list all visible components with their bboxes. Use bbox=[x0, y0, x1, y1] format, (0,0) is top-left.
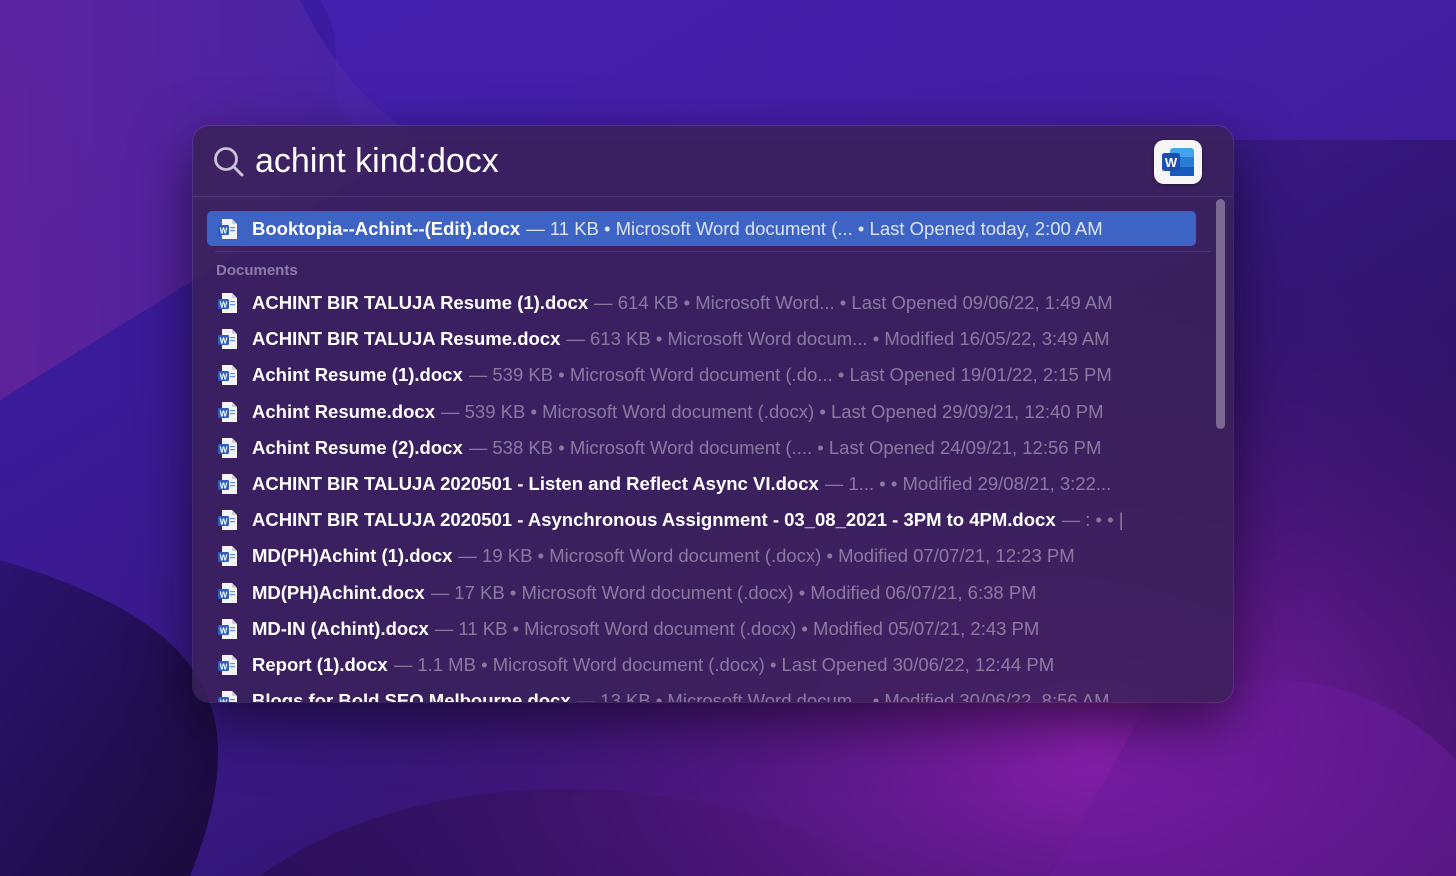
svg-text:W: W bbox=[220, 590, 228, 599]
document-result-9[interactable]: W MD(PH)Achint.docx — 17 KB • Microsoft … bbox=[207, 576, 1196, 610]
result-metadata: — 1... • • Modified 29/08/21, 3:22... bbox=[824, 473, 1112, 494]
svg-text:W: W bbox=[1165, 155, 1178, 170]
results-list: W Booktopia--Achint--(Edit).docx — 11 KB… bbox=[193, 197, 1233, 702]
result-filename: ACHINT BIR TALUJA 2020501 - Listen and R… bbox=[252, 473, 819, 494]
result-metadata: — 538 KB • Microsoft Word document (....… bbox=[468, 436, 1102, 458]
word-document-icon: W bbox=[218, 546, 237, 567]
result-filename: MD(PH)Achint (1).docx bbox=[252, 545, 453, 567]
svg-text:W: W bbox=[220, 300, 228, 309]
word-document-icon: W bbox=[218, 618, 237, 639]
result-filename: Booktopia--Achint--(Edit).docx bbox=[252, 217, 521, 239]
svg-text:W: W bbox=[220, 662, 228, 671]
search-bar: W bbox=[193, 126, 1233, 197]
svg-text:W: W bbox=[220, 409, 228, 418]
result-metadata: — 539 KB • Microsoft Word document (.do.… bbox=[468, 364, 1112, 386]
svg-text:W: W bbox=[220, 481, 228, 490]
result-metadata: — 614 KB • Microsoft Word... • Last Open… bbox=[594, 292, 1113, 313]
svg-text:W: W bbox=[220, 226, 228, 235]
svg-text:W: W bbox=[220, 698, 228, 702]
result-metadata: — 1.1 MB • Microsoft Word document (.doc… bbox=[393, 654, 1055, 675]
scrollbar[interactable] bbox=[1216, 199, 1225, 429]
section-header-documents: Documents bbox=[216, 262, 298, 279]
word-document-icon: W bbox=[218, 437, 237, 458]
svg-text:W: W bbox=[220, 373, 228, 382]
result-filename: Blogs for Bold SEO Melbourne.docx bbox=[252, 690, 571, 702]
word-document-icon: W bbox=[218, 655, 237, 675]
svg-text:W: W bbox=[220, 445, 228, 454]
word-document-icon: W bbox=[218, 218, 237, 239]
spotlight-window: W W Booktopia--Achint--(Edit).docx — 11 … bbox=[193, 126, 1233, 702]
result-filename: ACHINT BIR TALUJA Resume (1).docx bbox=[252, 292, 589, 313]
result-filename: Achint Resume (2).docx bbox=[252, 436, 463, 458]
document-result-7[interactable]: W ACHINT BIR TALUJA 2020501 - Asynchrono… bbox=[207, 503, 1196, 537]
document-result-8[interactable]: W MD(PH)Achint (1).docx — 19 KB • Micros… bbox=[207, 539, 1196, 573]
word-document-icon: W bbox=[218, 293, 237, 313]
result-metadata: — 11 KB • Microsoft Word document (... •… bbox=[526, 217, 1103, 239]
document-result-1[interactable]: W ACHINT BIR TALUJA Resume (1).docx — 61… bbox=[207, 286, 1196, 320]
document-result-12[interactable]: W Blogs for Bold SEO Melbourne.docx — 13… bbox=[207, 684, 1196, 702]
document-result-3[interactable]: W Achint Resume (1).docx — 539 KB • Micr… bbox=[207, 358, 1196, 392]
word-document-icon: W bbox=[218, 691, 237, 702]
top-hit-result[interactable]: W Booktopia--Achint--(Edit).docx — 11 KB… bbox=[207, 211, 1196, 246]
document-result-10[interactable]: W MD-IN (Achint).docx — 11 KB • Microsof… bbox=[207, 612, 1196, 646]
word-document-icon: W bbox=[218, 365, 237, 386]
word-document-icon: W bbox=[218, 582, 237, 603]
document-result-6[interactable]: W ACHINT BIR TALUJA 2020501 - Listen and… bbox=[207, 467, 1196, 501]
result-metadata: — 17 KB • Microsoft Word document (.docx… bbox=[430, 581, 1037, 603]
result-filename: Achint Resume.docx bbox=[252, 400, 435, 422]
result-metadata: — 19 KB • Microsoft Word document (.docx… bbox=[458, 545, 1075, 567]
result-filename: Report (1).docx bbox=[252, 654, 388, 675]
word-document-icon: W bbox=[218, 329, 237, 350]
svg-text:W: W bbox=[220, 554, 228, 563]
word-document-icon: W bbox=[218, 510, 237, 531]
result-metadata: — 13 KB • Microsoft Word docum... • Modi… bbox=[576, 690, 1110, 702]
search-icon bbox=[214, 147, 244, 177]
result-filename: ACHINT BIR TALUJA 2020501 - Asynchronous… bbox=[252, 509, 1056, 531]
result-filename: Achint Resume (1).docx bbox=[252, 364, 463, 386]
result-metadata: — 539 KB • Microsoft Word document (.doc… bbox=[441, 400, 1104, 422]
result-filename: MD(PH)Achint.docx bbox=[252, 581, 425, 603]
result-metadata: — 613 KB • Microsoft Word docum... • Mod… bbox=[566, 328, 1110, 350]
word-document-icon: W bbox=[218, 401, 237, 422]
microsoft-word-icon: W bbox=[1154, 140, 1202, 184]
svg-text:W: W bbox=[220, 626, 228, 635]
svg-text:W: W bbox=[220, 517, 228, 526]
svg-text:W: W bbox=[220, 336, 228, 345]
word-document-icon: W bbox=[218, 474, 237, 494]
document-result-2[interactable]: W ACHINT BIR TALUJA Resume.docx — 613 KB… bbox=[207, 322, 1196, 356]
result-metadata: — 11 KB • Microsoft Word document (.docx… bbox=[434, 617, 1040, 639]
document-result-5[interactable]: W Achint Resume (2).docx — 538 KB • Micr… bbox=[207, 431, 1196, 465]
section-divider bbox=[215, 251, 1211, 252]
search-input[interactable] bbox=[255, 138, 1155, 184]
result-metadata: — : • • | bbox=[1061, 509, 1124, 531]
document-result-4[interactable]: W Achint Resume.docx — 539 KB • Microsof… bbox=[207, 395, 1196, 429]
result-filename: ACHINT BIR TALUJA Resume.docx bbox=[252, 328, 561, 350]
document-result-11[interactable]: W Report (1).docx — 1.1 MB • Microsoft W… bbox=[207, 648, 1196, 682]
result-filename: MD-IN (Achint).docx bbox=[252, 617, 429, 639]
